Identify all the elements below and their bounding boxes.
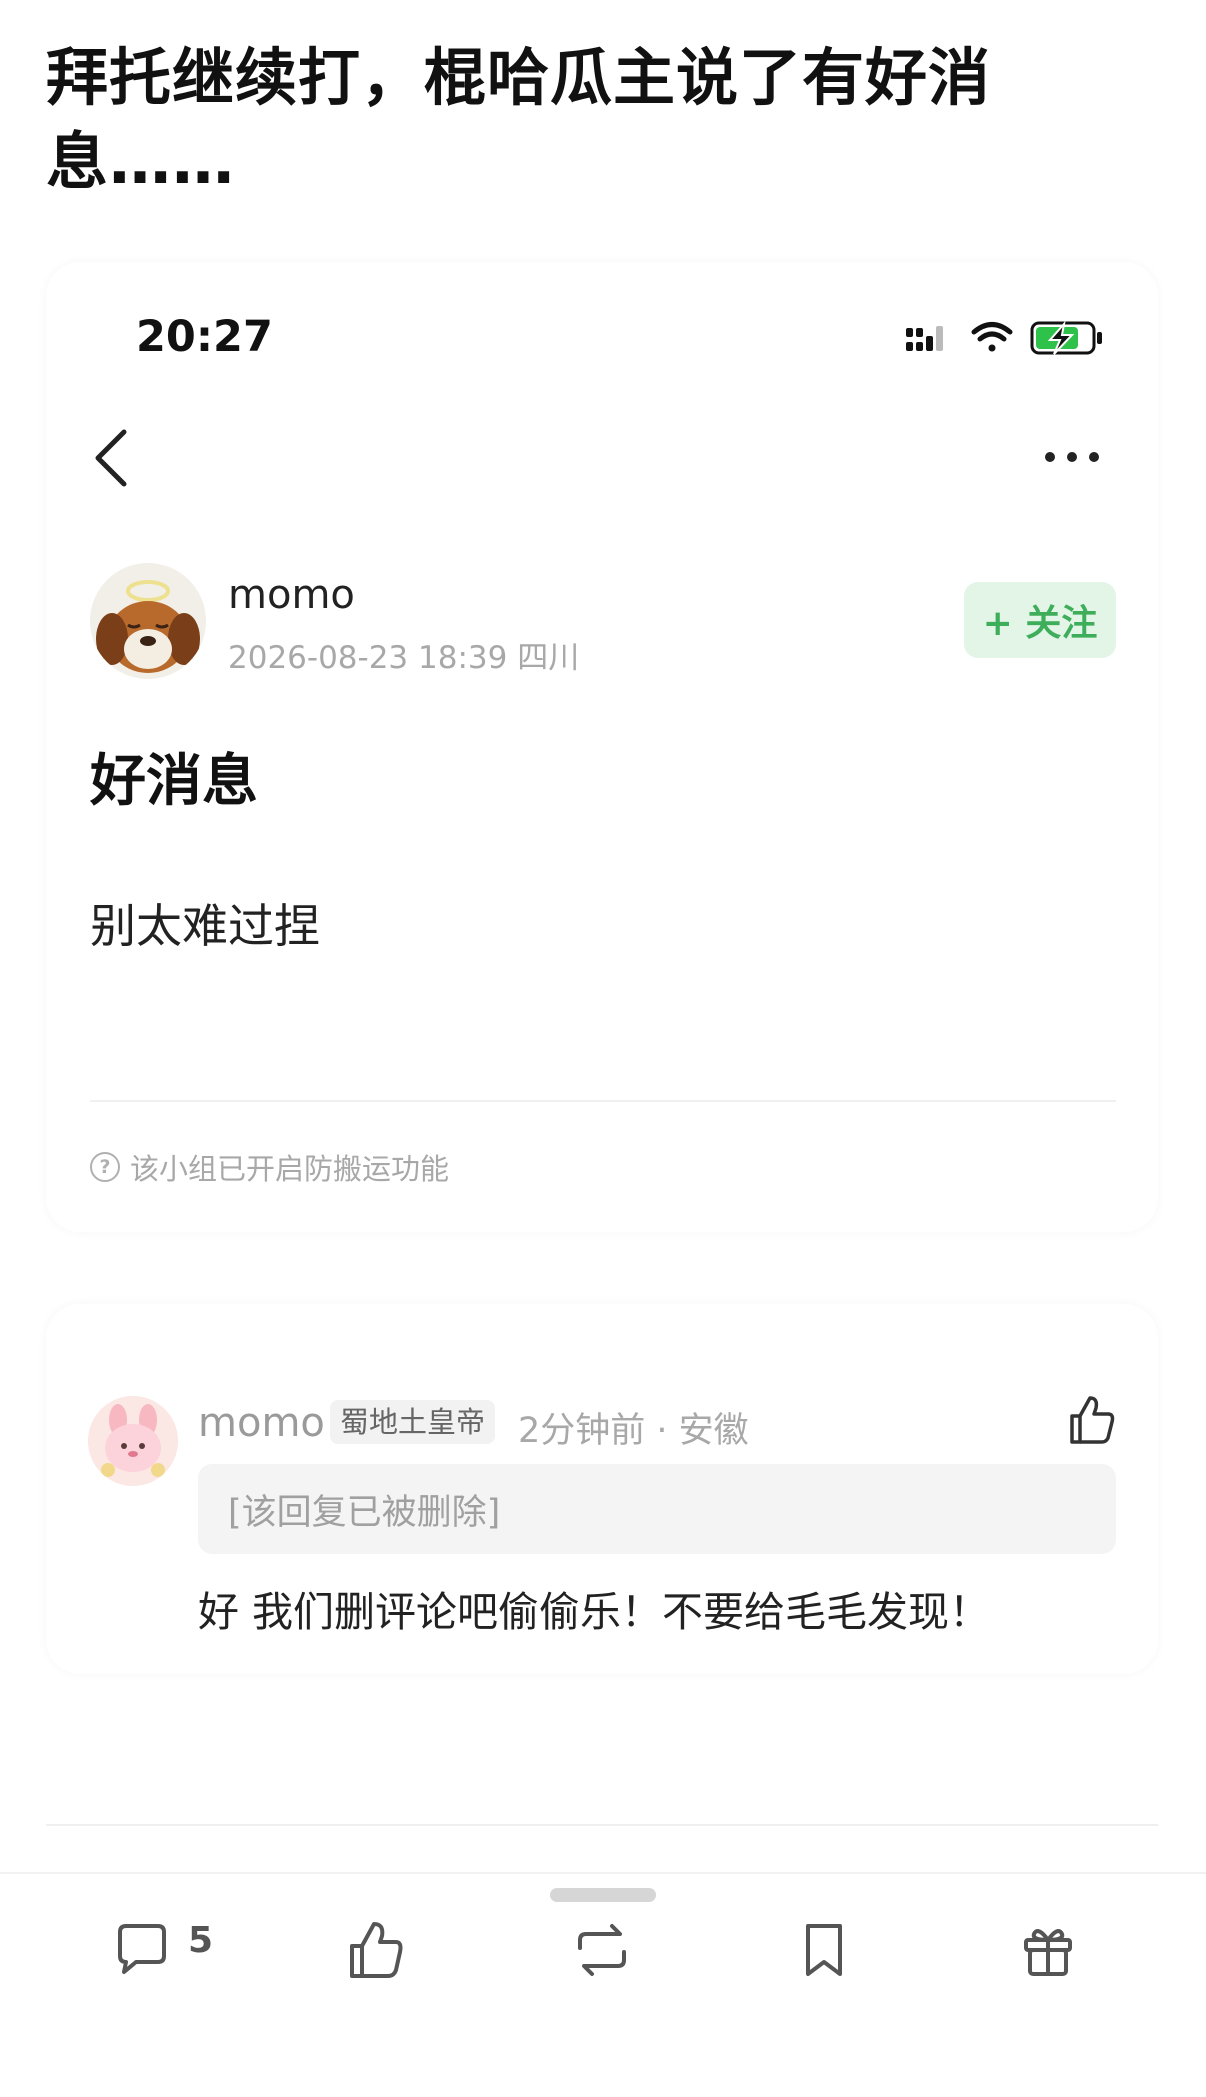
follow-button[interactable]: + 关注 bbox=[964, 582, 1116, 658]
battery-charging-icon bbox=[1030, 320, 1102, 355]
deleted-reply-box: [该回复已被删除] bbox=[198, 1464, 1116, 1554]
bookmark-icon[interactable] bbox=[792, 1918, 856, 1982]
comment-icon[interactable] bbox=[110, 1918, 174, 1982]
anti-repost-notice: ? 该小组已开启防搬运功能 bbox=[90, 1146, 449, 1188]
comment-badge: 蜀地土皇帝 bbox=[330, 1400, 496, 1444]
bottom-toolbar bbox=[0, 1872, 1206, 2097]
signal-icon bbox=[906, 326, 943, 351]
post-meta: 2026-08-23 18:39 四川 bbox=[228, 640, 580, 676]
avatar[interactable] bbox=[90, 563, 206, 679]
status-icons bbox=[906, 320, 1102, 355]
comment-like-icon[interactable] bbox=[1068, 1394, 1116, 1446]
comment-count: 5 bbox=[188, 1920, 214, 1961]
separator bbox=[46, 1824, 1158, 1826]
more-icon[interactable] bbox=[1042, 445, 1102, 469]
bunny-avatar-icon bbox=[88, 1396, 178, 1486]
comment-text: 好 我们删评论吧偷偷乐！不要给毛毛发现！ bbox=[198, 1588, 991, 1636]
help-circle-icon: ? bbox=[90, 1152, 120, 1182]
divider bbox=[90, 1100, 1116, 1102]
comment-avatar[interactable] bbox=[88, 1396, 178, 1486]
dog-avatar-icon bbox=[96, 580, 200, 673]
repost-icon[interactable] bbox=[570, 1918, 634, 1982]
author-name[interactable]: momo bbox=[228, 572, 355, 618]
headline: 拜托继续打，棍哈瓜主说了有好消息…… bbox=[46, 41, 992, 198]
post-title: 好消息 bbox=[90, 749, 258, 814]
gift-icon[interactable] bbox=[1016, 1918, 1080, 1982]
comment-meta: 2分钟前 · 安徽 bbox=[518, 1411, 749, 1451]
notice-text: 该小组已开启防搬运功能 bbox=[130, 1152, 450, 1186]
post-body: 别太难过捏 bbox=[90, 899, 320, 953]
wifi-icon bbox=[971, 322, 1013, 352]
back-icon[interactable] bbox=[86, 426, 136, 490]
deleted-reply-text: [该回复已被删除] bbox=[228, 1493, 501, 1533]
comment-author[interactable]: momo bbox=[198, 1400, 325, 1446]
drag-handle[interactable] bbox=[550, 1888, 656, 1902]
status-time: 20:27 bbox=[136, 312, 273, 362]
like-icon[interactable] bbox=[344, 1918, 408, 1982]
